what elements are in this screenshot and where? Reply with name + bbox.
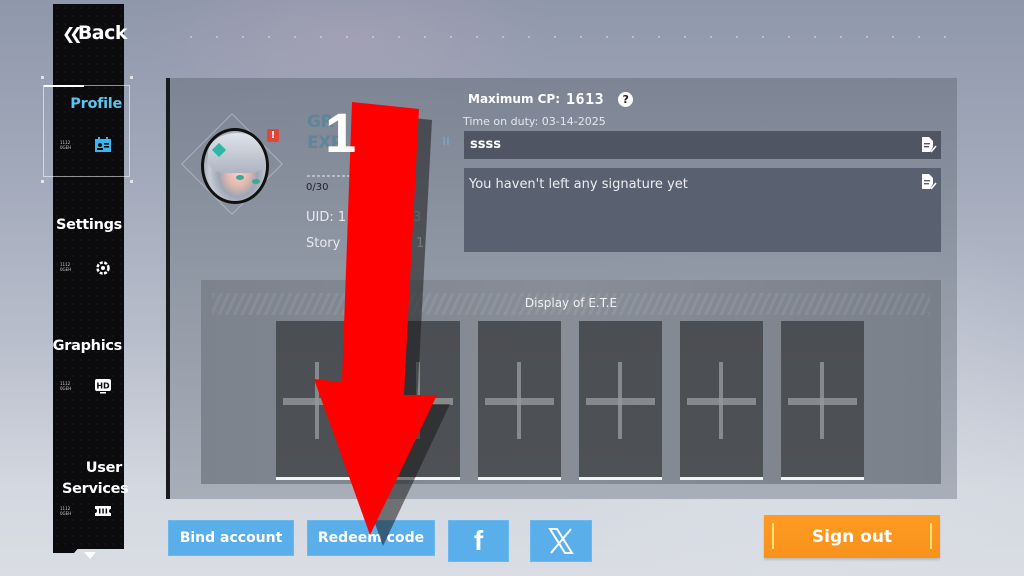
sidebar-item-code: 1112 0GEH bbox=[60, 140, 72, 150]
edit-icon[interactable] bbox=[919, 136, 937, 154]
facebook-icon: f bbox=[473, 525, 484, 556]
sidebar-item-label: Graphics bbox=[52, 338, 123, 354]
sidebar-item-user-services[interactable]: User Services 1112 0GEH bbox=[53, 456, 129, 536]
ete-slot[interactable] bbox=[680, 321, 763, 480]
ete-slot[interactable] bbox=[377, 321, 460, 480]
pause-mark bbox=[443, 137, 449, 145]
x-twitter-button[interactable] bbox=[530, 520, 592, 562]
avatar-eye bbox=[236, 175, 244, 180]
hd-icon: HD bbox=[95, 379, 111, 394]
sidebar-item-code: 1112 0GEH bbox=[60, 381, 72, 391]
selector-dot bbox=[41, 76, 44, 79]
background-tick-row bbox=[190, 36, 950, 38]
ete-slot[interactable] bbox=[579, 321, 662, 480]
player-name-field[interactable]: ssss bbox=[464, 131, 941, 159]
story-tail: 1 bbox=[416, 236, 425, 251]
avatar-eye bbox=[252, 179, 260, 184]
uid-label: UID: 1 bbox=[306, 210, 347, 225]
time-on-duty: Time on duty: 03-14-2025 bbox=[463, 115, 606, 128]
max-cp-label: Maximum CP: bbox=[468, 92, 561, 106]
plus-icon bbox=[283, 398, 352, 405]
sign-out-button[interactable]: Sign out bbox=[764, 515, 940, 558]
bind-account-button[interactable]: Bind account bbox=[168, 520, 294, 556]
plus-icon bbox=[586, 398, 655, 405]
signature-value: You haven't left any signature yet bbox=[469, 177, 688, 192]
ete-title: Display of E.T.E bbox=[524, 296, 618, 310]
exp-value: 0/30 bbox=[306, 182, 329, 193]
sidebar-item-profile[interactable]: Profile 1112 0GEH bbox=[53, 90, 124, 170]
story-label: Story bbox=[306, 236, 341, 251]
sidebar-footer-line bbox=[82, 546, 124, 549]
plus-icon bbox=[687, 398, 756, 405]
sidebar-item-label: Profile bbox=[70, 96, 122, 112]
annotation-step-number: 1 bbox=[325, 101, 357, 164]
max-cp-row: Maximum CP: 1613 ? bbox=[468, 90, 634, 108]
sidebar-item-label: User Services bbox=[62, 460, 129, 497]
ete-slot[interactable] bbox=[276, 321, 359, 480]
sidebar-notch bbox=[53, 545, 81, 553]
sidebar-item-settings[interactable]: Settings 1112 0GEH bbox=[53, 212, 124, 292]
ete-slot[interactable] bbox=[478, 321, 561, 480]
selector-dot bbox=[41, 180, 44, 183]
redeem-code-button[interactable]: Redeem code bbox=[307, 520, 435, 556]
help-icon[interactable]: ? bbox=[618, 91, 634, 107]
edit-icon[interactable] bbox=[919, 173, 937, 191]
plus-icon bbox=[485, 398, 554, 405]
panel-edge bbox=[166, 78, 170, 499]
player-name-value: ssss bbox=[470, 137, 501, 152]
avatar[interactable] bbox=[201, 128, 269, 204]
signature-field[interactable]: You haven't left any signature yet bbox=[464, 168, 941, 252]
facebook-button[interactable]: f bbox=[448, 520, 509, 562]
back-label: Back bbox=[77, 22, 128, 44]
scroll-down-icon[interactable] bbox=[84, 552, 96, 559]
selector-dot bbox=[130, 180, 133, 183]
ticket-icon bbox=[95, 506, 111, 516]
sidebar-item-code: 1112 0GEH bbox=[60, 506, 72, 516]
alert-badge[interactable]: ! bbox=[267, 129, 279, 142]
selector-dot bbox=[130, 76, 133, 79]
sidebar-item-label: Settings bbox=[55, 217, 122, 233]
settings-gear-icon bbox=[96, 261, 110, 275]
max-cp-value: 1613 bbox=[566, 90, 605, 108]
svg-text:HD: HD bbox=[96, 382, 110, 391]
plus-icon bbox=[788, 398, 857, 405]
back-button[interactable]: ❮❮ Back bbox=[62, 18, 128, 48]
sidebar-item-graphics[interactable]: Graphics 1112 0GEH HD bbox=[53, 333, 124, 413]
double-chevron-left-icon: ❮❮ bbox=[62, 23, 83, 43]
exp-progress-bar bbox=[307, 175, 417, 177]
plus-icon bbox=[384, 398, 453, 405]
x-icon bbox=[548, 528, 574, 554]
ete-slot[interactable] bbox=[781, 321, 864, 480]
uid-tail: 3 bbox=[413, 210, 422, 225]
profile-card-icon bbox=[95, 137, 111, 152]
sidebar-item-code: 1112 0GEH bbox=[60, 262, 72, 272]
